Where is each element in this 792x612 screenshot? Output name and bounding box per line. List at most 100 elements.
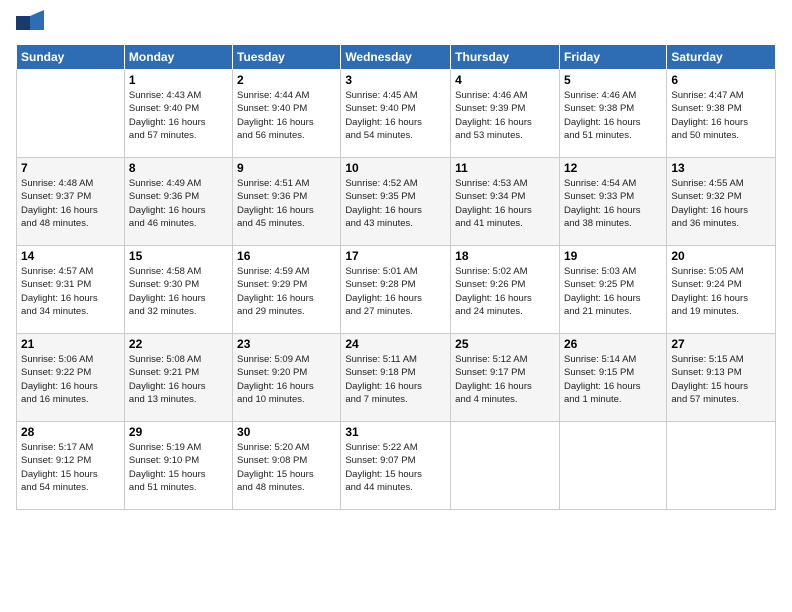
day-info: Sunrise: 4:59 AM Sunset: 9:29 PM Dayligh… [237, 265, 336, 318]
calendar-cell: 2 Sunrise: 4:44 AM Sunset: 9:40 PM Daylig… [233, 70, 341, 158]
col-header-monday: Monday [124, 45, 232, 70]
day-number: 4 [455, 73, 555, 87]
calendar-cell: 20Sunrise: 5:05 AM Sunset: 9:24 PM Dayli… [667, 246, 776, 334]
day-number: 24 [345, 337, 446, 351]
header [16, 10, 776, 38]
calendar-cell [17, 70, 125, 158]
calendar-cell: 3 Sunrise: 4:45 AM Sunset: 9:40 PM Daylig… [341, 70, 451, 158]
col-header-wednesday: Wednesday [341, 45, 451, 70]
day-number: 3 [345, 73, 446, 87]
day-number: 2 [237, 73, 336, 87]
day-info: Sunrise: 4:43 AM Sunset: 9:40 PM Dayligh… [129, 89, 228, 142]
day-info: Sunrise: 5:11 AM Sunset: 9:18 PM Dayligh… [345, 353, 446, 406]
day-info: Sunrise: 4:54 AM Sunset: 9:33 PM Dayligh… [564, 177, 662, 230]
day-info: Sunrise: 4:58 AM Sunset: 9:30 PM Dayligh… [129, 265, 228, 318]
day-number: 16 [237, 249, 336, 263]
page: SundayMondayTuesdayWednesdayThursdayFrid… [0, 0, 792, 612]
day-info: Sunrise: 5:01 AM Sunset: 9:28 PM Dayligh… [345, 265, 446, 318]
calendar-cell: 22 Sunrise: 5:08 AM Sunset: 9:21 PM Dayli… [124, 334, 232, 422]
calendar-cell: 23 Sunrise: 5:09 AM Sunset: 9:20 PM Dayli… [233, 334, 341, 422]
calendar-cell: 29 Sunrise: 5:19 AM Sunset: 9:10 PM Dayli… [124, 422, 232, 510]
day-info: Sunrise: 4:49 AM Sunset: 9:36 PM Dayligh… [129, 177, 228, 230]
day-number: 17 [345, 249, 446, 263]
calendar-table: SundayMondayTuesdayWednesdayThursdayFrid… [16, 44, 776, 510]
day-info: Sunrise: 5:09 AM Sunset: 9:20 PM Dayligh… [237, 353, 336, 406]
day-number: 9 [237, 161, 336, 175]
calendar-cell: 19 Sunrise: 5:03 AM Sunset: 9:25 PM Dayli… [559, 246, 666, 334]
day-info: Sunrise: 4:46 AM Sunset: 9:38 PM Dayligh… [564, 89, 662, 142]
day-number: 31 [345, 425, 446, 439]
calendar-cell: 28 Sunrise: 5:17 AM Sunset: 9:12 PM Dayli… [17, 422, 125, 510]
calendar-cell: 21Sunrise: 5:06 AM Sunset: 9:22 PM Dayli… [17, 334, 125, 422]
calendar-cell: 25 Sunrise: 5:12 AM Sunset: 9:17 PM Dayli… [451, 334, 560, 422]
calendar-week-1: 1 Sunrise: 4:43 AM Sunset: 9:40 PM Daylig… [17, 70, 776, 158]
day-number: 15 [129, 249, 228, 263]
calendar-cell: 17 Sunrise: 5:01 AM Sunset: 9:28 PM Dayli… [341, 246, 451, 334]
day-number: 28 [21, 425, 120, 439]
calendar-cell: 15 Sunrise: 4:58 AM Sunset: 9:30 PM Dayli… [124, 246, 232, 334]
col-header-friday: Friday [559, 45, 666, 70]
calendar-cell: 7 Sunrise: 4:48 AM Sunset: 9:37 PM Daylig… [17, 158, 125, 246]
day-info: Sunrise: 4:48 AM Sunset: 9:37 PM Dayligh… [21, 177, 120, 230]
day-number: 8 [129, 161, 228, 175]
calendar-cell: 8 Sunrise: 4:49 AM Sunset: 9:36 PM Daylig… [124, 158, 232, 246]
day-info: Sunrise: 5:05 AM Sunset: 9:24 PM Dayligh… [671, 265, 771, 318]
day-number: 22 [129, 337, 228, 351]
day-info: Sunrise: 5:12 AM Sunset: 9:17 PM Dayligh… [455, 353, 555, 406]
calendar-cell: 30 Sunrise: 5:20 AM Sunset: 9:08 PM Dayli… [233, 422, 341, 510]
col-header-thursday: Thursday [451, 45, 560, 70]
day-info: Sunrise: 5:20 AM Sunset: 9:08 PM Dayligh… [237, 441, 336, 494]
day-info: Sunrise: 5:03 AM Sunset: 9:25 PM Dayligh… [564, 265, 662, 318]
calendar-cell [667, 422, 776, 510]
day-number: 14 [21, 249, 120, 263]
day-number: 1 [129, 73, 228, 87]
day-number: 29 [129, 425, 228, 439]
calendar-cell [559, 422, 666, 510]
day-info: Sunrise: 5:06 AM Sunset: 9:22 PM Dayligh… [21, 353, 120, 406]
calendar-cell: 24 Sunrise: 5:11 AM Sunset: 9:18 PM Dayli… [341, 334, 451, 422]
calendar-cell [451, 422, 560, 510]
day-number: 19 [564, 249, 662, 263]
day-info: Sunrise: 5:15 AM Sunset: 9:13 PM Dayligh… [671, 353, 771, 406]
day-info: Sunrise: 4:45 AM Sunset: 9:40 PM Dayligh… [345, 89, 446, 142]
calendar-cell: 27 Sunrise: 5:15 AM Sunset: 9:13 PM Dayli… [667, 334, 776, 422]
day-number: 7 [21, 161, 120, 175]
day-number: 5 [564, 73, 662, 87]
day-info: Sunrise: 4:46 AM Sunset: 9:39 PM Dayligh… [455, 89, 555, 142]
calendar-cell: 16 Sunrise: 4:59 AM Sunset: 9:29 PM Dayli… [233, 246, 341, 334]
day-number: 13 [671, 161, 771, 175]
day-info: Sunrise: 5:17 AM Sunset: 9:12 PM Dayligh… [21, 441, 120, 494]
col-header-sunday: Sunday [17, 45, 125, 70]
calendar-cell: 11 Sunrise: 4:53 AM Sunset: 9:34 PM Dayli… [451, 158, 560, 246]
day-number: 18 [455, 249, 555, 263]
day-number: 27 [671, 337, 771, 351]
calendar-cell: 6Sunrise: 4:47 AM Sunset: 9:38 PM Daylig… [667, 70, 776, 158]
calendar-cell: 5 Sunrise: 4:46 AM Sunset: 9:38 PM Daylig… [559, 70, 666, 158]
logo-icon [16, 10, 48, 38]
calendar-cell: 4 Sunrise: 4:46 AM Sunset: 9:39 PM Daylig… [451, 70, 560, 158]
calendar-cell: 1 Sunrise: 4:43 AM Sunset: 9:40 PM Daylig… [124, 70, 232, 158]
day-info: Sunrise: 4:51 AM Sunset: 9:36 PM Dayligh… [237, 177, 336, 230]
calendar-week-3: 14Sunrise: 4:57 AM Sunset: 9:31 PM Dayli… [17, 246, 776, 334]
calendar-week-4: 21Sunrise: 5:06 AM Sunset: 9:22 PM Dayli… [17, 334, 776, 422]
day-info: Sunrise: 5:19 AM Sunset: 9:10 PM Dayligh… [129, 441, 228, 494]
calendar-cell: 31 Sunrise: 5:22 AM Sunset: 9:07 PM Dayli… [341, 422, 451, 510]
day-info: Sunrise: 4:44 AM Sunset: 9:40 PM Dayligh… [237, 89, 336, 142]
calendar-cell: 26Sunrise: 5:14 AM Sunset: 9:15 PM Dayli… [559, 334, 666, 422]
calendar-week-2: 7 Sunrise: 4:48 AM Sunset: 9:37 PM Daylig… [17, 158, 776, 246]
day-number: 12 [564, 161, 662, 175]
day-info: Sunrise: 4:53 AM Sunset: 9:34 PM Dayligh… [455, 177, 555, 230]
day-number: 30 [237, 425, 336, 439]
day-number: 23 [237, 337, 336, 351]
calendar-cell: 14Sunrise: 4:57 AM Sunset: 9:31 PM Dayli… [17, 246, 125, 334]
day-info: Sunrise: 5:22 AM Sunset: 9:07 PM Dayligh… [345, 441, 446, 494]
calendar-header-row: SundayMondayTuesdayWednesdayThursdayFrid… [17, 45, 776, 70]
day-number: 6 [671, 73, 771, 87]
day-number: 11 [455, 161, 555, 175]
day-number: 26 [564, 337, 662, 351]
day-info: Sunrise: 4:55 AM Sunset: 9:32 PM Dayligh… [671, 177, 771, 230]
logo [16, 10, 52, 38]
day-info: Sunrise: 5:02 AM Sunset: 9:26 PM Dayligh… [455, 265, 555, 318]
day-info: Sunrise: 5:08 AM Sunset: 9:21 PM Dayligh… [129, 353, 228, 406]
day-number: 25 [455, 337, 555, 351]
